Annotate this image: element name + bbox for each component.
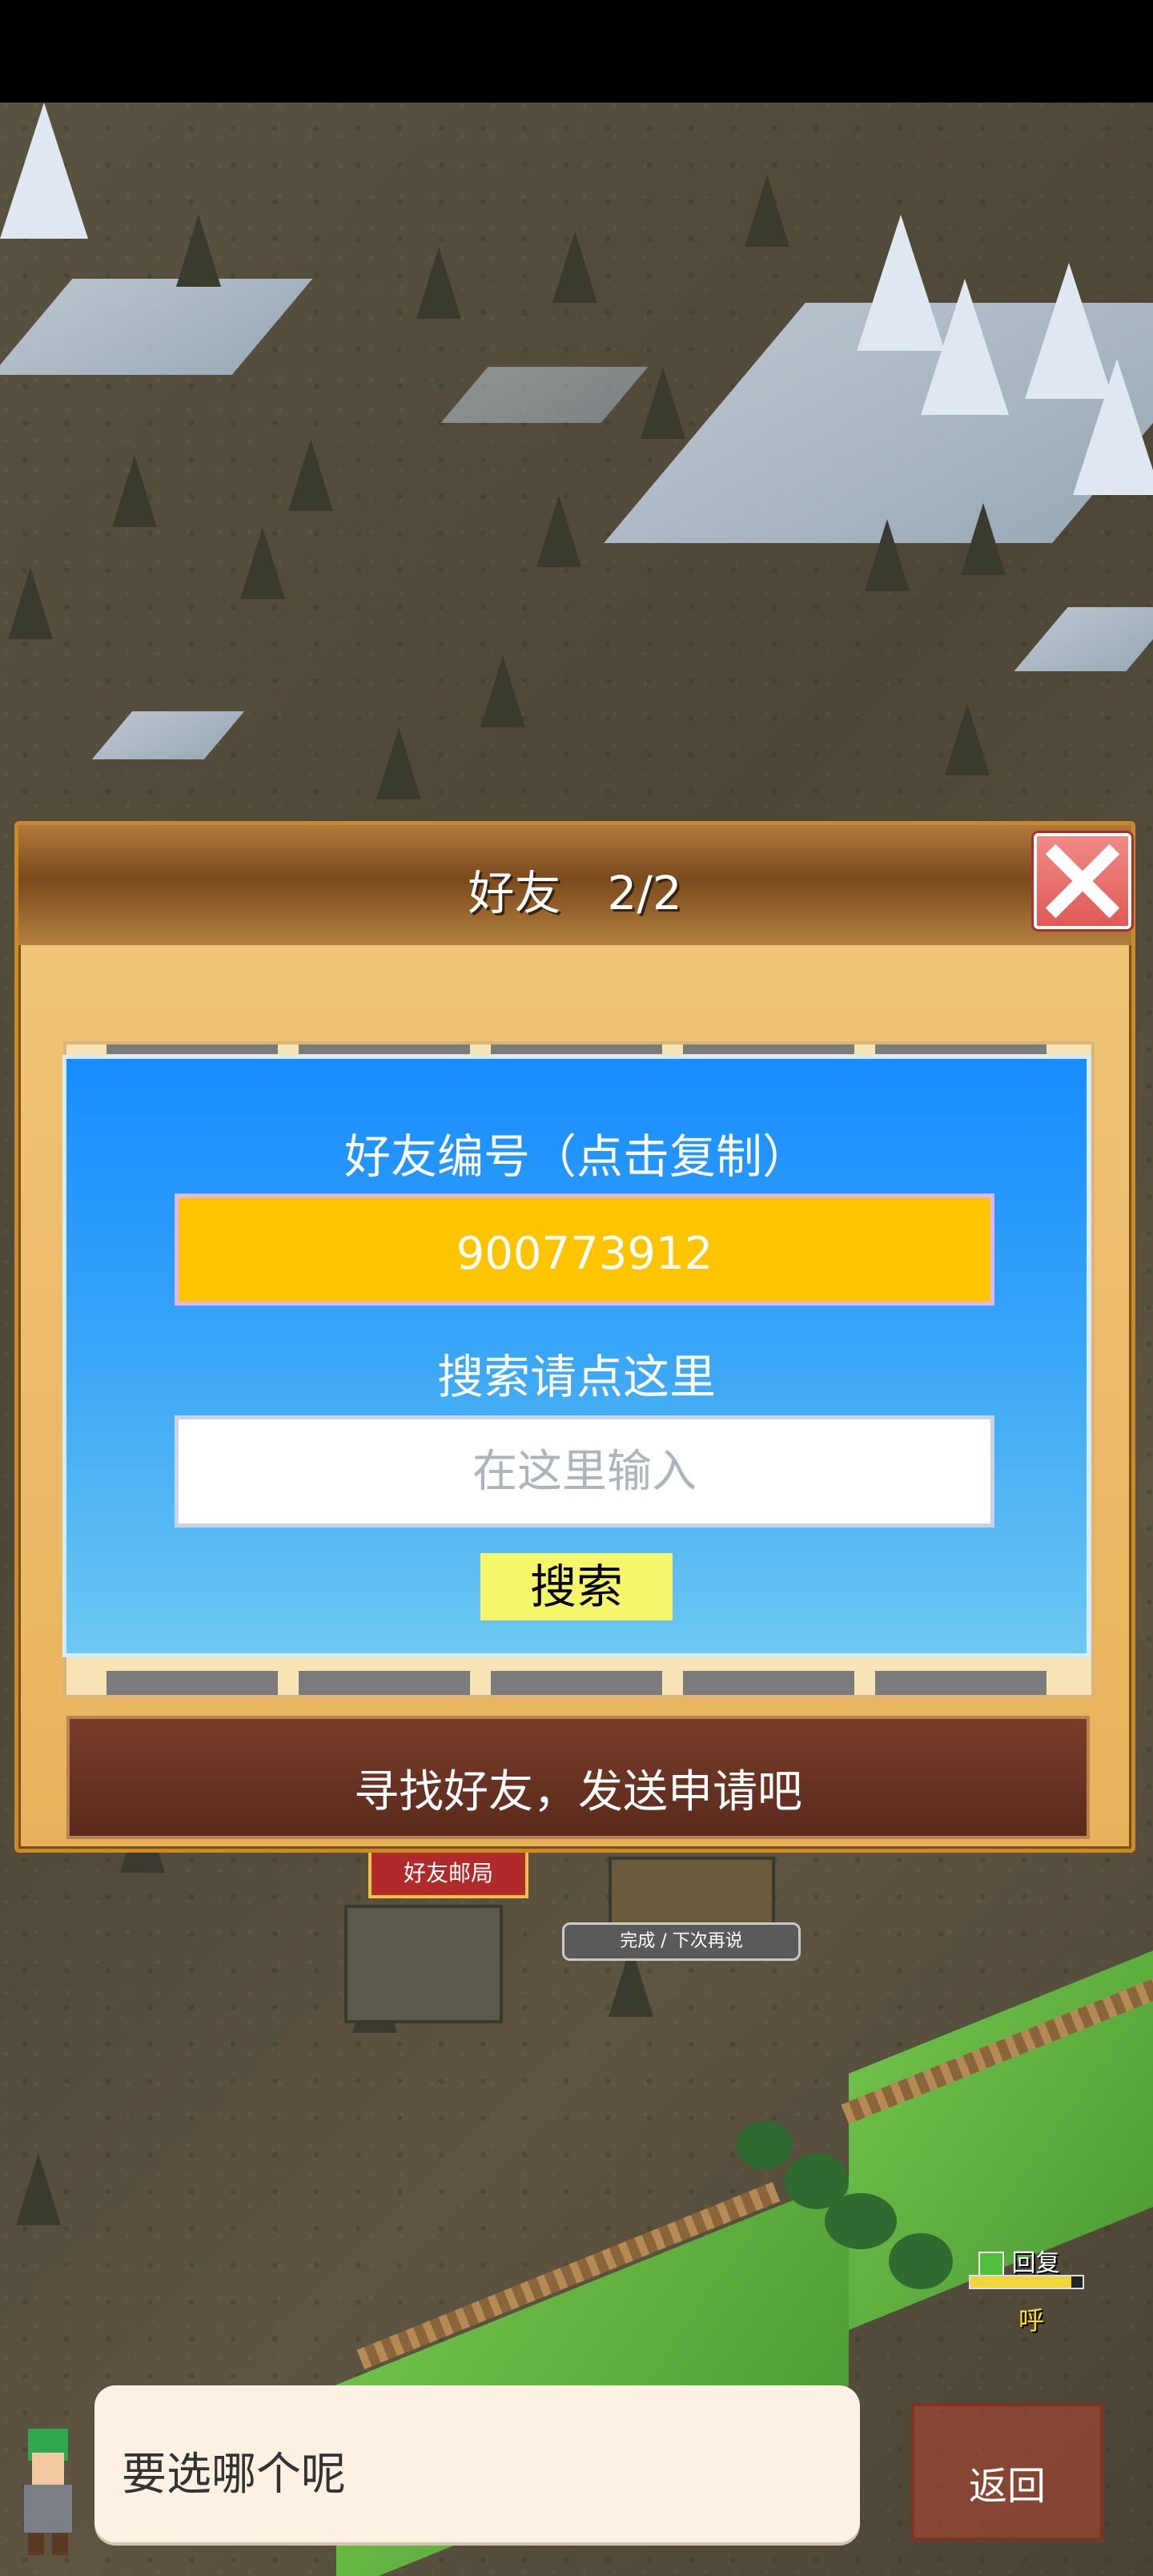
list-slot	[491, 1044, 662, 1054]
rock-spire	[288, 439, 333, 511]
snow-patch	[1014, 607, 1153, 671]
snowy-pine-tree	[0, 103, 88, 239]
recover-progress-fill	[970, 2276, 1071, 2288]
rock-spire	[416, 247, 461, 319]
villager-status-text: 呼	[1018, 2305, 1045, 2336]
snowy-pine-tree	[1073, 359, 1153, 495]
advisor-speech-text: 要选哪个呢	[122, 2449, 346, 2501]
list-slot	[491, 1671, 662, 1695]
list-slot	[106, 1671, 278, 1695]
recover-label: 回复	[1011, 2249, 1060, 2277]
friend-id-copy-button[interactable]: 900773912	[175, 1193, 994, 1306]
back-button-label: 返回	[968, 2464, 1046, 2509]
rock-spire	[552, 231, 597, 303]
done-later-button[interactable]: 完成 / 下次再说	[562, 1922, 801, 1961]
post-office-building[interactable]	[344, 1905, 503, 2023]
friend-search-card: 好友编号（点击复制） 900773912 搜索请点这里 搜索	[62, 1055, 1091, 1657]
status-bar	[0, 0, 1153, 103]
post-office-sign[interactable]: 好友邮局	[368, 1849, 528, 1898]
rock-spire	[536, 495, 581, 567]
rock-spire	[961, 503, 1006, 575]
rock-spire	[641, 367, 685, 439]
search-label: 搜索请点这里	[436, 1350, 716, 1404]
close-button[interactable]	[1034, 833, 1131, 929]
snowy-pine-tree	[921, 279, 1009, 415]
list-slot	[875, 1671, 1047, 1695]
rock-spire	[865, 519, 910, 591]
snow-patch	[440, 367, 649, 423]
rock-spire	[112, 455, 157, 527]
list-slot	[299, 1044, 470, 1054]
recover-status-label: 回复	[978, 2243, 1083, 2277]
bush	[889, 2233, 953, 2289]
advisor-avatar	[24, 2429, 72, 2555]
dialog-title: 好友 2/2	[468, 866, 682, 920]
snow-patch	[91, 711, 245, 759]
list-slot	[683, 1044, 854, 1054]
close-icon	[1045, 843, 1120, 919]
list-slot	[299, 1671, 470, 1695]
recover-progress-bar	[969, 2275, 1084, 2289]
find-friends-button[interactable]: 寻找好友，发送申请吧	[66, 1716, 1090, 1839]
rock-spire	[176, 215, 221, 287]
friend-id-label: 好友编号（点击复制）	[343, 1129, 809, 1184]
list-slot	[683, 1671, 854, 1695]
bush	[737, 2121, 793, 2169]
friend-search-input[interactable]	[175, 1415, 994, 1527]
leaf-icon	[978, 2251, 1004, 2277]
rock-spire	[240, 527, 285, 599]
rock-spire	[745, 175, 789, 247]
rock-spire	[945, 703, 990, 775]
bush	[825, 2193, 897, 2249]
list-slot	[875, 1044, 1047, 1054]
rock-spire	[480, 655, 525, 727]
snow-patch	[0, 279, 313, 375]
friend-id-value: 900773912	[456, 1228, 713, 1280]
find-friends-label: 寻找好友，发送申请吧	[354, 1766, 802, 1818]
rock-spire	[8, 567, 53, 639]
rock-spire	[376, 727, 421, 799]
dialog-header: 好友 2/2	[18, 825, 1131, 945]
back-button[interactable]: 返回	[911, 2403, 1103, 2541]
advisor-speech-bubble: 要选哪个呢	[94, 2385, 860, 2542]
search-button[interactable]: 搜索	[480, 1553, 673, 1620]
list-slot	[106, 1044, 278, 1054]
rock-spire	[16, 2153, 61, 2225]
